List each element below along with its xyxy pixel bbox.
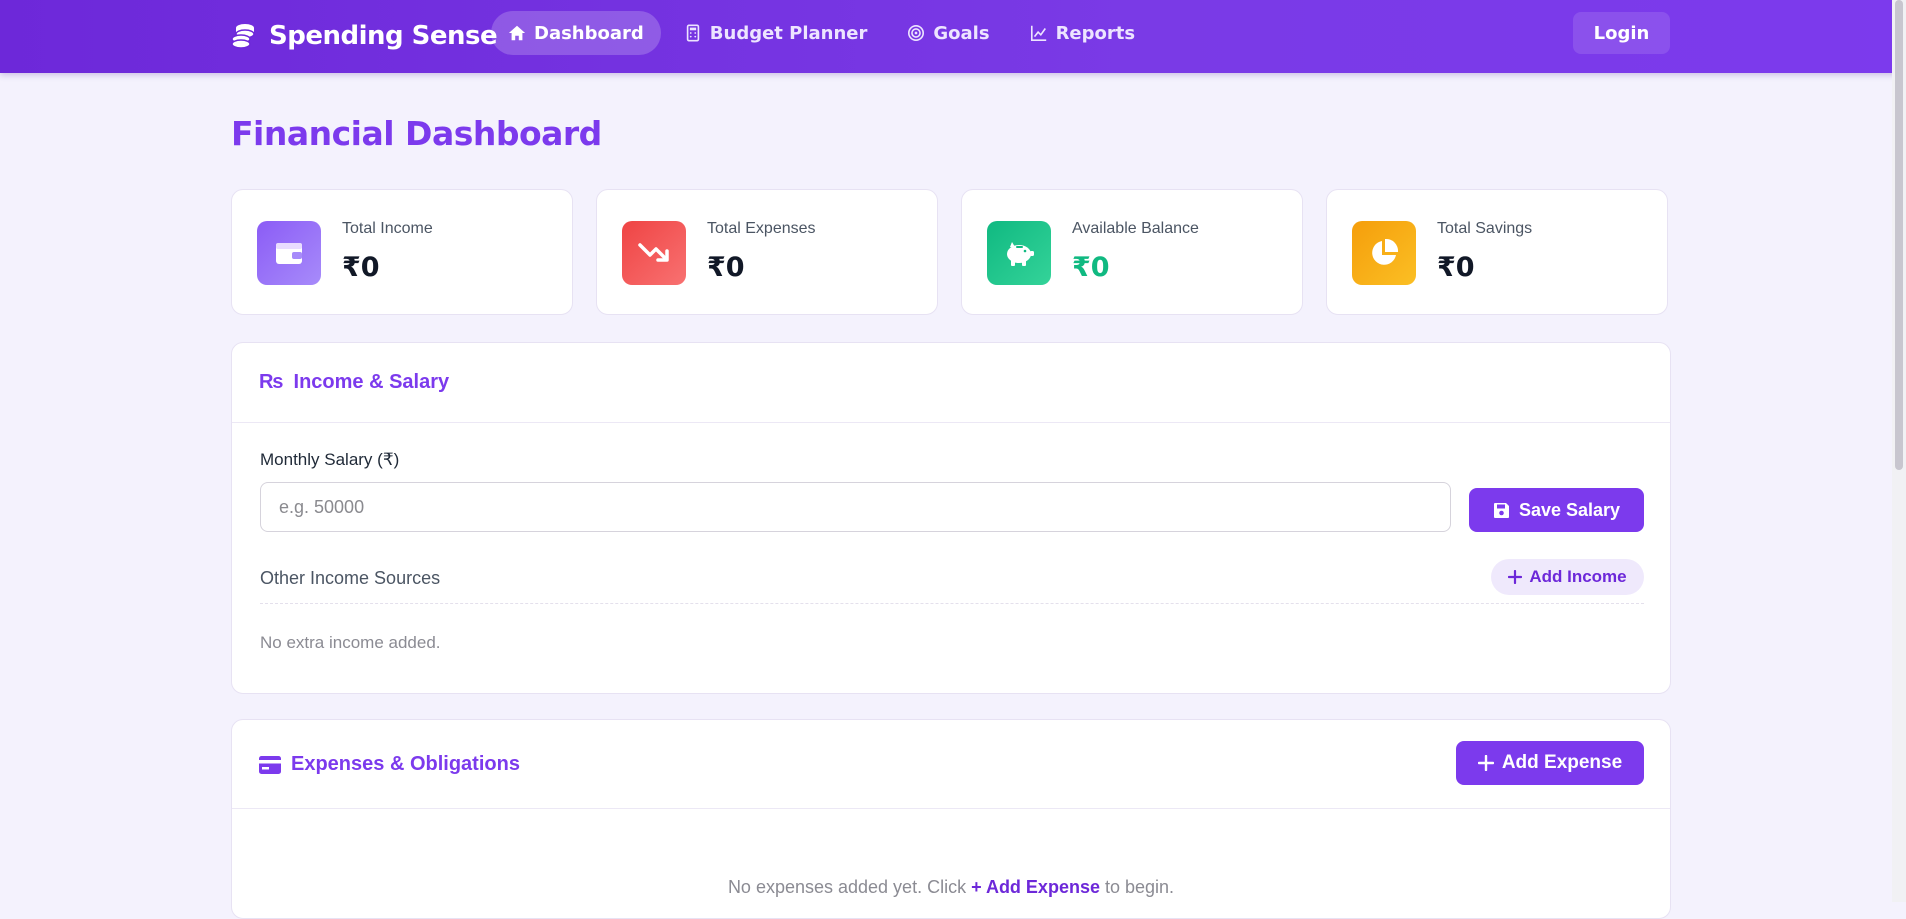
stat-card-total-income: Total Income ₹0 <box>231 189 573 315</box>
calculator-icon <box>686 24 699 42</box>
add-expense-button[interactable]: Add Expense <box>1456 741 1644 785</box>
brand-name: Spending Sense <box>269 21 498 51</box>
line-chart-icon <box>1030 25 1046 42</box>
brand-logo[interactable]: Spending Sense <box>229 16 498 56</box>
add-income-label: Add Income <box>1529 567 1627 586</box>
stat-label: Total Expenses <box>707 220 816 237</box>
stat-value: ₹0 <box>707 252 745 283</box>
expenses-title-text: Expenses & Obligations <box>291 753 520 775</box>
piggy-bank-icon <box>987 221 1051 285</box>
nav-item-label: Budget Planner <box>709 22 868 44</box>
pie-chart-icon <box>1352 221 1416 285</box>
stat-value: ₹0 <box>1072 252 1110 283</box>
scrollbar-thumb[interactable] <box>1895 0 1903 470</box>
credit-card-icon <box>259 755 281 774</box>
save-salary-button[interactable]: Save Salary <box>1469 488 1644 532</box>
empty-expenses-text: No expenses added yet. Click + Add Expen… <box>232 877 1670 898</box>
stat-value: ₹0 <box>342 252 380 283</box>
other-income-label: Other Income Sources <box>260 568 441 588</box>
income-title-text: Income & Salary <box>293 371 450 393</box>
stat-card-available-balance: Available Balance ₹0 <box>961 189 1303 315</box>
divider <box>260 603 1644 604</box>
stat-label: Available Balance <box>1072 220 1199 237</box>
page-title: Financial Dashboard <box>231 114 602 153</box>
floppy-disk-icon <box>1493 502 1509 518</box>
empty-expenses-suffix: to begin. <box>1104 877 1175 897</box>
empty-expenses-prefix: No expenses added yet. Click <box>727 877 967 897</box>
home-icon <box>508 25 526 41</box>
stat-label: Total Savings <box>1437 220 1533 237</box>
save-salary-label: Save Salary <box>1518 499 1621 520</box>
monthly-salary-label: Monthly Salary (₹) <box>260 450 400 469</box>
add-income-button[interactable]: Add Income <box>1491 559 1644 595</box>
stat-card-total-expenses: Total Expenses ₹0 <box>596 189 938 315</box>
add-expense-label: Add Expense <box>1501 752 1623 773</box>
stat-value: ₹0 <box>1437 252 1475 283</box>
stat-label: Total Income <box>342 220 433 237</box>
coins-icon <box>229 21 259 51</box>
nav-item-label: Reports <box>1055 22 1136 44</box>
income-panel-header: ₨ Income & Salary <box>232 343 1670 423</box>
login-button[interactable]: Login <box>1573 12 1670 54</box>
nav-item-reports[interactable]: Reports <box>1013 11 1153 55</box>
trending-down-icon <box>622 221 686 285</box>
monthly-salary-input[interactable] <box>260 482 1451 532</box>
nav-item-label: Dashboard <box>534 22 644 44</box>
income-panel: ₨ Income & Salary Monthly Salary (₹) Sav… <box>231 342 1671 694</box>
target-icon <box>908 24 925 42</box>
rupee-icon: ₨ <box>259 371 284 393</box>
expenses-panel-header: Expenses & Obligations Add Expense <box>232 720 1670 809</box>
income-panel-title: ₨ Income & Salary <box>259 371 449 394</box>
expenses-panel: Expenses & Obligations Add Expense No ex… <box>231 719 1671 919</box>
empty-income-text: No extra income added. <box>260 633 441 652</box>
stat-card-total-savings: Total Savings ₹0 <box>1326 189 1668 315</box>
plus-icon <box>1508 570 1523 584</box>
nav-links: Dashboard Budget Planner Goals Reports <box>491 11 1152 55</box>
nav-item-dashboard[interactable]: Dashboard <box>491 11 661 55</box>
nav-item-goals[interactable]: Goals <box>890 11 1006 55</box>
nav-item-label: Goals <box>933 22 990 44</box>
wallet-icon <box>257 221 321 285</box>
nav-item-budget-planner[interactable]: Budget Planner <box>667 11 885 55</box>
expenses-panel-title: Expenses & Obligations <box>259 753 520 776</box>
plus-icon <box>1477 755 1494 771</box>
top-navbar: Spending Sense Dashboard Budget Planner … <box>0 0 1906 73</box>
empty-expenses-add-link[interactable]: + Add Expense <box>971 877 1100 897</box>
